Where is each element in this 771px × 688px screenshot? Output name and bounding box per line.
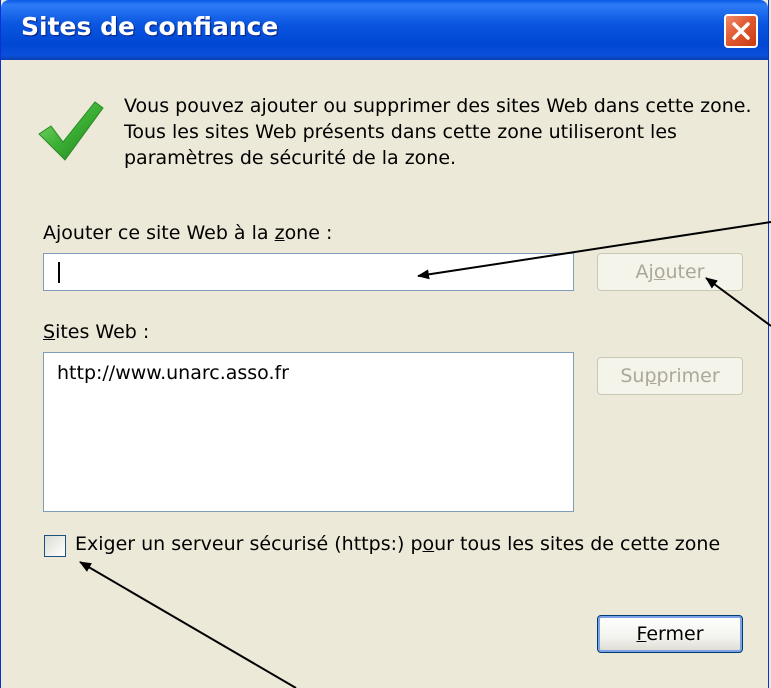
checkmark-icon <box>38 101 104 161</box>
remove-button-label: Su <box>620 365 645 387</box>
window-title: Sites de confiance <box>21 12 279 41</box>
https-checkbox-label[interactable]: Exiger un serveur sécurisé (https:) pour… <box>75 533 720 555</box>
add-site-input[interactable] <box>43 253 574 291</box>
add-site-label-text-end: one : <box>284 222 333 244</box>
text-caret <box>58 262 60 283</box>
sites-listbox[interactable]: http://www.unarc.asso.fr <box>43 352 574 512</box>
remove-button[interactable]: Supprimer <box>597 357 743 395</box>
add-site-label-accel: z <box>274 222 285 244</box>
close-window-button[interactable] <box>724 14 758 48</box>
sites-label: Sites Web : <box>43 321 149 343</box>
remove-button-accel: p <box>644 365 657 387</box>
close-button[interactable]: Fermer <box>597 615 743 653</box>
info-message: Vous pouvez ajouter ou supprimer des sit… <box>124 95 752 169</box>
sites-label-text: ites Web : <box>55 321 150 343</box>
close-x-icon <box>732 22 750 40</box>
add-button-label: Aj <box>635 261 654 283</box>
add-site-label: Ajouter ce site Web à la zone : <box>43 222 332 244</box>
trusted-sites-dialog: Sites de confiance Vous pouvez ajouter o… <box>0 0 769 688</box>
add-site-label-text: Ajouter ce site Web à la <box>43 222 275 244</box>
close-button-accel: F <box>636 623 647 645</box>
https-label-text-end: ur tous les sites de cette zone <box>434 533 721 555</box>
title-bar[interactable]: Sites de confiance <box>1 0 768 60</box>
remove-button-label-end: primer <box>656 365 720 387</box>
https-checkbox[interactable] <box>44 535 66 557</box>
close-button-label: ermer <box>646 623 704 645</box>
add-button-accel: o <box>653 261 666 283</box>
https-label-accel: o <box>422 533 435 555</box>
sites-label-accel: S <box>43 321 56 343</box>
https-label-text: Exiger un serveur sécurisé (https:) p <box>75 533 423 555</box>
list-item[interactable]: http://www.unarc.asso.fr <box>57 362 289 384</box>
add-button[interactable]: Ajouter <box>597 253 743 291</box>
add-button-label-end: uter <box>665 261 705 283</box>
